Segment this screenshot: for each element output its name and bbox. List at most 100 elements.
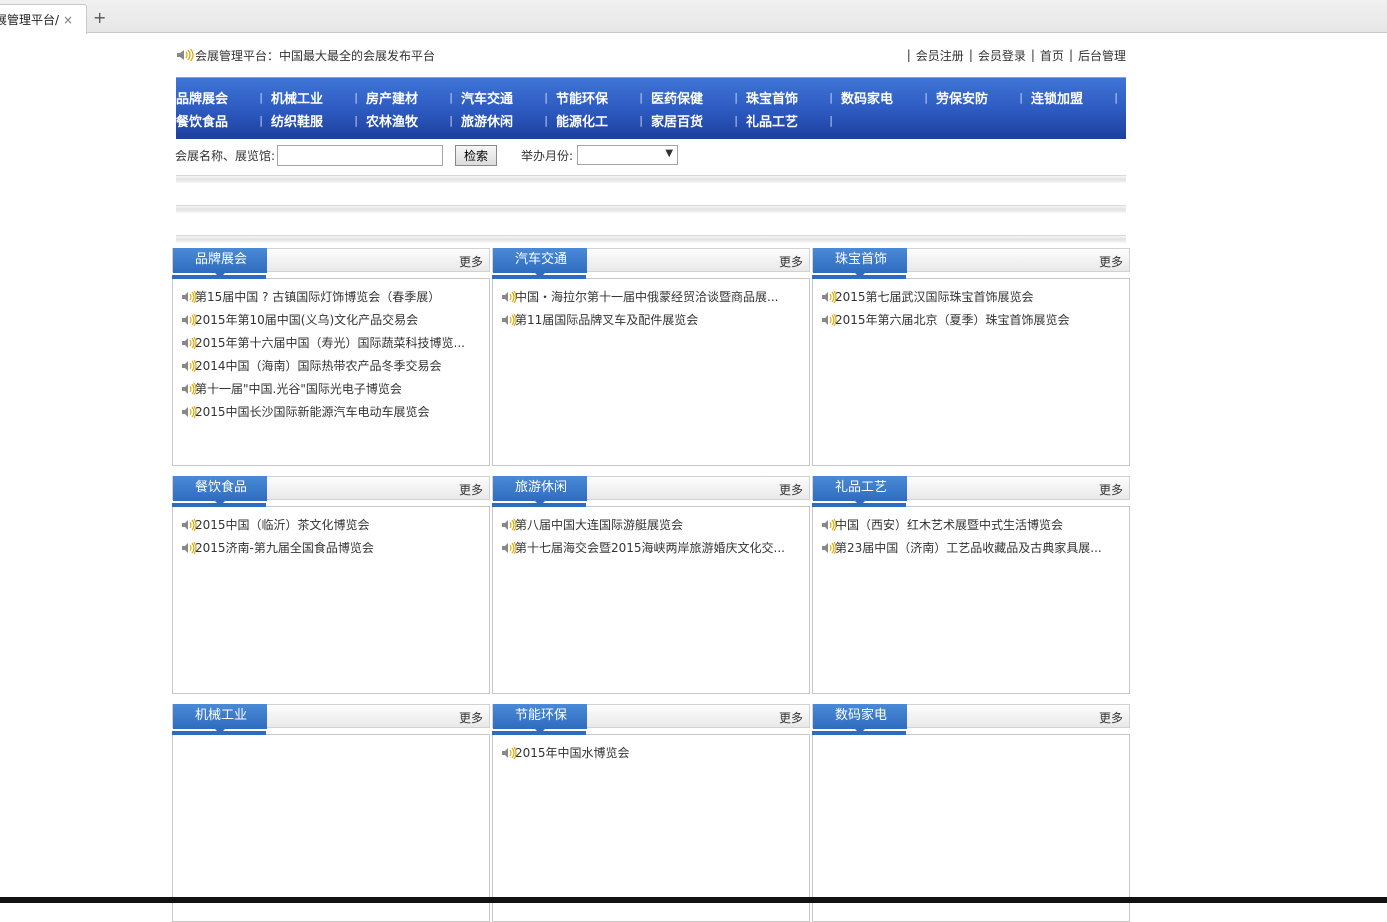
nav-link[interactable]: 家居百货: [651, 111, 703, 130]
list-item[interactable]: 2015济南-第九届全国食品博览会: [173, 536, 489, 559]
nav-link[interactable]: 品牌展会: [176, 88, 228, 107]
more-link[interactable]: 更多: [1099, 709, 1123, 726]
nav-item: 节能环保 |: [556, 88, 651, 107]
nav-separator: |: [1019, 91, 1023, 104]
nav-link[interactable]: 礼品工艺: [746, 111, 798, 130]
nav-link[interactable]: 节能环保: [556, 88, 608, 107]
register-link[interactable]: 会员注册: [916, 47, 964, 64]
nav-link[interactable]: 餐饮食品: [176, 111, 228, 130]
speaker-icon: [181, 359, 197, 372]
panel-underline: [812, 272, 1130, 279]
speaker-icon: [821, 518, 837, 531]
divider: [176, 205, 1126, 213]
more-link[interactable]: 更多: [1099, 253, 1123, 270]
search-input[interactable]: [277, 144, 444, 166]
nav-link[interactable]: 医药保健: [651, 88, 703, 107]
list-item[interactable]: 2015第七届武汉国际珠宝首饰展览会: [813, 285, 1129, 308]
speaker-icon: [501, 541, 517, 554]
speaker-icon: [181, 405, 197, 418]
panel-title[interactable]: 机械工业: [173, 704, 267, 734]
nav-link[interactable]: 农林渔牧: [366, 111, 418, 130]
speaker-icon: [176, 49, 194, 61]
nav-link[interactable]: 机械工业: [271, 88, 323, 107]
speaker-icon: [501, 518, 517, 531]
item-title: 2015年第10届中国(义乌)文化产品交易会: [195, 313, 419, 327]
nav-separator: |: [354, 114, 358, 127]
list-item[interactable]: 第十一届"中国.光谷"国际光电子博览会: [173, 377, 489, 400]
more-link[interactable]: 更多: [779, 481, 803, 498]
item-title: 中国（西安）红木艺术展暨中式生活博览会: [835, 518, 1064, 532]
close-icon[interactable]: ×: [63, 13, 73, 27]
speaker-icon: [821, 313, 837, 326]
nav-row: 品牌展会 | 机械工业 | 房产建材 | 汽车交通 | 节能环保 | 医药保健 | 珠宝首饰 | 数码家电 |…: [176, 86, 1126, 109]
panel-body: [172, 734, 490, 922]
nav-link[interactable]: 劳保安防: [936, 88, 988, 107]
nav-separator: |: [259, 91, 263, 104]
panel-title[interactable]: 旅游休闲: [493, 476, 587, 506]
list-item[interactable]: 2015中国（临沂）茶文化博览会: [173, 513, 489, 536]
list-item[interactable]: 中国・海拉尔第十一届中俄蒙经贸洽谈暨商品展...: [493, 285, 809, 308]
panel-title[interactable]: 品牌展会: [173, 248, 267, 278]
login-link[interactable]: 会员登录: [978, 47, 1026, 64]
nav-link[interactable]: 连锁加盟: [1031, 88, 1083, 107]
category-panel: 机械工业 更多: [172, 704, 490, 922]
nav-item: 医药保健 |: [651, 88, 746, 107]
speaker-icon: [181, 336, 197, 349]
admin-link[interactable]: 后台管理: [1078, 47, 1126, 64]
nav-separator: |: [829, 114, 833, 127]
speaker-icon: [501, 313, 517, 326]
list-item[interactable]: 第十七届海交会暨2015海峡两岸旅游婚庆文化交...: [493, 536, 809, 559]
nav-link[interactable]: 珠宝首饰: [746, 88, 798, 107]
home-link[interactable]: 首页: [1040, 47, 1064, 64]
more-link[interactable]: 更多: [459, 481, 483, 498]
more-link[interactable]: 更多: [779, 253, 803, 270]
more-link[interactable]: 更多: [779, 709, 803, 726]
panel-body: 第八届中国大连国际游艇展览会 第十七届海交会暨2015海峡两岸旅游婚庆文化交...: [492, 506, 810, 694]
nav-separator: |: [734, 114, 738, 127]
category-panel: 旅游休闲 更多第八届中国大连国际游艇展览会 第十七届海交会暨2015海峡两岸旅游婚庆…: [492, 476, 810, 694]
search-button[interactable]: 检索: [455, 144, 498, 166]
nav-separator: |: [1114, 91, 1118, 104]
list-item[interactable]: 2015年第六届北京（夏季）珠宝首饰展览会: [813, 308, 1129, 331]
more-link[interactable]: 更多: [459, 253, 483, 270]
list-item[interactable]: 2015年第10届中国(义乌)文化产品交易会: [173, 308, 489, 331]
list-item[interactable]: 2015中国长沙国际新能源汽车电动车展览会: [173, 400, 489, 423]
panel-header: 机械工业 更多: [172, 704, 490, 734]
taskbar-edge: [0, 897, 1387, 903]
panel-title[interactable]: 餐饮食品: [173, 476, 267, 506]
list-item[interactable]: 第11届国际品牌叉车及配件展览会: [493, 308, 809, 331]
panel-title[interactable]: 数码家电: [813, 704, 907, 734]
panel-title[interactable]: 礼品工艺: [813, 476, 907, 506]
new-tab-icon[interactable]: +: [93, 8, 106, 27]
list-item[interactable]: 第15届中国 ? 古镇国际灯饰博览会（春季展）: [173, 285, 489, 308]
browser-tab[interactable]: 展管理平台/ ×: [0, 4, 87, 34]
more-link[interactable]: 更多: [459, 709, 483, 726]
panel-title[interactable]: 珠宝首饰: [813, 248, 907, 278]
nav-item: 汽车交通 |: [461, 88, 556, 107]
nav-link[interactable]: 旅游休闲: [461, 111, 513, 130]
nav-separator: |: [449, 114, 453, 127]
list-item[interactable]: 2015年中国水博览会: [493, 741, 809, 764]
nav-link[interactable]: 数码家电: [841, 88, 893, 107]
nav-item: 房产建材 |: [366, 88, 461, 107]
panel-title[interactable]: 汽车交通: [493, 248, 587, 278]
panel-header: 品牌展会 更多: [172, 248, 490, 278]
list-item[interactable]: 2015年第十六届中国（寿光）国际蔬菜科技博览...: [173, 331, 489, 354]
nav-link[interactable]: 汽车交通: [461, 88, 513, 107]
month-select[interactable]: ▼: [577, 145, 679, 165]
nav-link[interactable]: 纺织鞋服: [271, 111, 323, 130]
panel-header: 餐饮食品 更多: [172, 476, 490, 506]
more-link[interactable]: 更多: [1099, 481, 1123, 498]
panel-header: 礼品工艺 更多: [812, 476, 1130, 506]
list-item[interactable]: 第八届中国大连国际游艇展览会: [493, 513, 809, 536]
nav-link[interactable]: 能源化工: [556, 111, 608, 130]
list-item[interactable]: 中国（西安）红木艺术展暨中式生活博览会: [813, 513, 1129, 536]
speaker-icon: [501, 290, 517, 303]
list-item[interactable]: 2014中国（海南）国际热带农产品冬季交易会: [173, 354, 489, 377]
nav-separator: |: [544, 114, 548, 127]
nav-link[interactable]: 房产建材: [366, 88, 418, 107]
item-title: 第十一届"中国.光谷"国际光电子博览会: [195, 382, 402, 396]
list-item[interactable]: 第23届中国（济南）工艺品收藏品及古典家具展...: [813, 536, 1129, 559]
category-panel: 节能环保 更多 2015年中国水博览会: [492, 704, 810, 922]
panel-title[interactable]: 节能环保: [493, 704, 587, 734]
